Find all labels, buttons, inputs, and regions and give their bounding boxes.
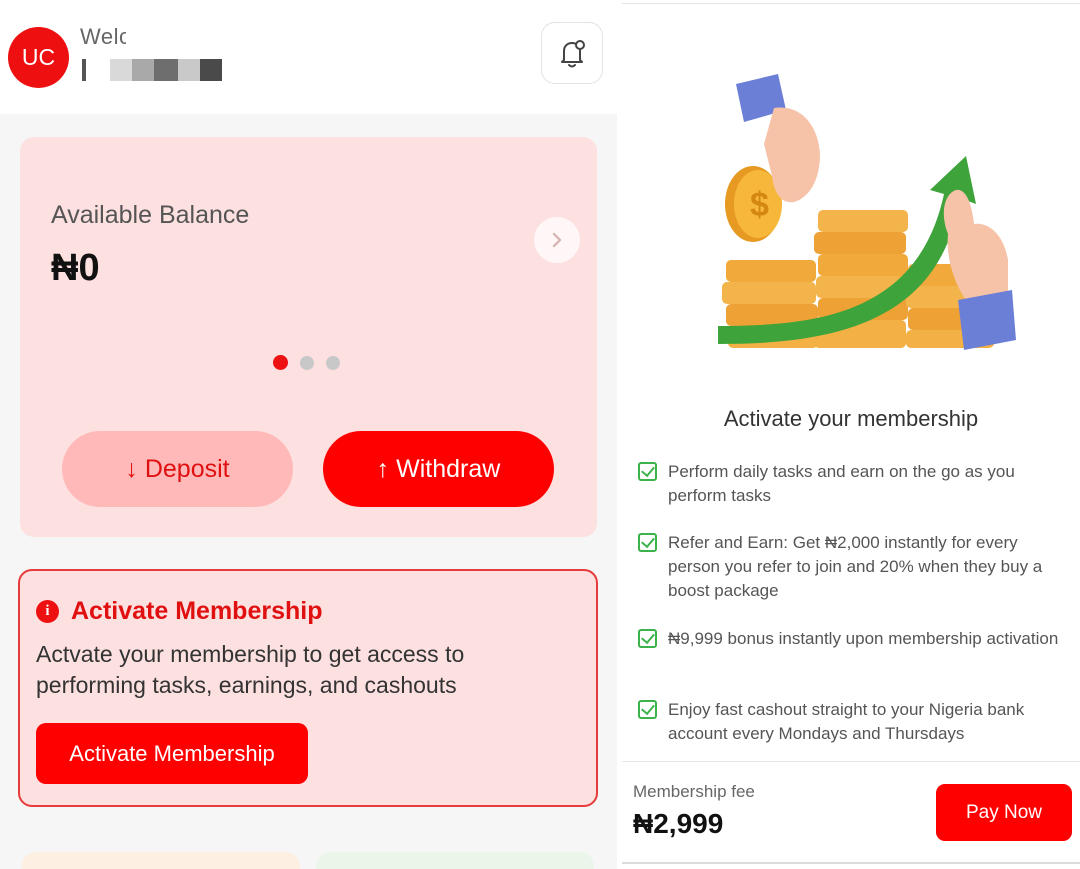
notification-button[interactable] [541, 22, 603, 84]
carousel-dot[interactable] [300, 355, 314, 370]
feature-item: Enjoy fast cashout straight to your Nige… [638, 698, 1068, 746]
home-header: UC Welc [0, 0, 617, 114]
checkbox-checked-icon [638, 700, 657, 719]
feature-text: ₦9,999 bonus instantly upon membership a… [668, 629, 1059, 648]
home-screen: UC Welc Available Balance ₦0 ↓ Deposit ↑… [0, 0, 617, 869]
activate-title: Activate Membership [71, 597, 323, 625]
welcome-text: Welc [80, 24, 131, 49]
welcome-mask [126, 20, 186, 54]
deposit-button[interactable]: ↓ Deposit [62, 431, 293, 507]
info-icon: i [36, 600, 59, 623]
footer-divider [622, 761, 1080, 762]
checkbox-checked-icon [638, 629, 657, 648]
modal-top-border [622, 3, 1080, 4]
avatar[interactable]: UC [8, 27, 69, 88]
pay-now-button[interactable]: Pay Now [936, 784, 1072, 841]
membership-modal: $ Activate your membership Perform daily… [622, 0, 1080, 869]
checkbox-checked-icon [638, 533, 657, 552]
svg-text:$: $ [750, 186, 769, 224]
activate-membership-card: i Activate Membership Actvate your membe… [18, 569, 598, 807]
partial-card[interactable] [316, 852, 594, 869]
balance-card: Available Balance ₦0 ↓ Deposit ↑ Withdra… [20, 137, 597, 537]
feature-text: Refer and Earn: Get ₦2,000 instantly for… [668, 533, 1043, 600]
membership-fee-label: Membership fee [633, 782, 755, 801]
checkbox-checked-icon [638, 462, 657, 481]
chevron-right-icon [552, 232, 562, 248]
membership-fee-value: ₦2,999 [633, 808, 724, 839]
growth-coins-illustration: $ [718, 74, 1016, 350]
carousel-dots [273, 355, 340, 370]
activate-title-row: i Activate Membership [36, 597, 322, 626]
feature-item: Perform daily tasks and earn on the go a… [638, 460, 1068, 508]
withdraw-button[interactable]: ↑ Withdraw [323, 431, 554, 507]
pixelated-username [82, 58, 222, 82]
carousel-next-button[interactable] [534, 217, 580, 263]
feature-item: Refer and Earn: Get ₦2,000 instantly for… [638, 531, 1068, 603]
activate-membership-button[interactable]: Activate Membership [36, 723, 308, 784]
carousel-dot[interactable] [326, 355, 340, 370]
balance-value: ₦0 [51, 247, 100, 289]
modal-bottom-border [622, 862, 1080, 864]
modal-title: Activate your membership [723, 406, 979, 431]
bell-icon [561, 40, 585, 68]
feature-text: Enjoy fast cashout straight to your Nige… [668, 700, 1025, 743]
feature-item: ₦9,999 bonus instantly upon membership a… [638, 627, 1068, 651]
activate-description: Actvate your membership to get access to… [36, 641, 465, 698]
feature-text: Perform daily tasks and earn on the go a… [668, 462, 1015, 505]
partial-card[interactable] [22, 852, 300, 869]
carousel-dot-active[interactable] [273, 355, 288, 370]
balance-label: Available Balance [51, 201, 250, 229]
